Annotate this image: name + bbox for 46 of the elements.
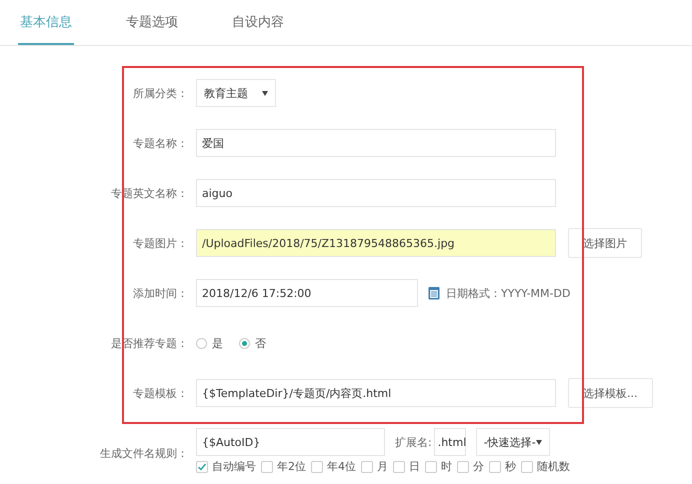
checkbox-label: 月 xyxy=(377,459,388,474)
checkbox[interactable] xyxy=(311,460,323,472)
field-label: 添加时间： xyxy=(132,286,189,300)
extension-field[interactable]: .html xyxy=(434,428,466,456)
checkbox[interactable] xyxy=(393,460,405,472)
checkbox-label: 自动编号 xyxy=(212,459,256,474)
input-field[interactable]: {$TemplateDir}/专题页/内容页.html xyxy=(196,379,556,407)
checkbox[interactable] xyxy=(425,460,437,472)
checkbox[interactable] xyxy=(261,460,273,472)
checkbox[interactable] xyxy=(489,460,501,472)
browse-button[interactable]: 选择图片 xyxy=(568,228,642,258)
browse-button[interactable]: 选择模板... xyxy=(568,378,652,408)
caret-icon xyxy=(536,440,542,444)
input-field[interactable]: 爱国 xyxy=(196,129,556,157)
field-label: 专题模板： xyxy=(132,386,189,400)
extension-label: 扩展名: xyxy=(395,434,432,450)
checkbox-label: 年2位 xyxy=(277,459,306,474)
checkbox-label: 时 xyxy=(441,459,452,474)
checkbox-label: 随机数 xyxy=(537,459,570,474)
checkbox[interactable] xyxy=(521,460,533,472)
calendar-icon[interactable] xyxy=(428,286,440,300)
checkbox-label: 分 xyxy=(473,459,484,474)
field-label: 专题名称： xyxy=(132,136,189,150)
radio-button[interactable] xyxy=(239,338,250,348)
field-label: 专题图片： xyxy=(132,236,189,250)
field-label: 所属分类： xyxy=(132,86,189,100)
checkbox[interactable] xyxy=(196,460,208,472)
category-select[interactable]: 教育主题 xyxy=(196,79,276,107)
checkbox-label: 秒 xyxy=(505,459,516,474)
input-field[interactable]: aiguo xyxy=(196,179,556,207)
field-label: 生成文件名规则： xyxy=(99,446,189,461)
checkbox[interactable] xyxy=(361,460,373,472)
tab[interactable]: 专题选项 xyxy=(124,0,180,45)
input-field[interactable]: /UploadFiles/2018/75/Z131879548865365.jpg xyxy=(196,229,556,257)
input-field[interactable]: {$AutoID} xyxy=(196,428,385,456)
caret-icon xyxy=(262,90,268,96)
input-field[interactable]: 2018/12/6 17:52:00 xyxy=(196,279,418,307)
radio-button[interactable] xyxy=(196,338,207,348)
radio-label: 是 xyxy=(212,336,223,350)
radio-label: 否 xyxy=(255,336,266,350)
checkbox-label: 日 xyxy=(409,459,420,474)
checkbox-label: 年4位 xyxy=(327,459,356,474)
checkbox[interactable] xyxy=(457,460,469,472)
date-format-hint: 日期格式：YYYY-MM-DD xyxy=(446,286,570,300)
tab[interactable]: 自设内容 xyxy=(230,0,286,45)
quick-select[interactable]: -快速选择- xyxy=(476,428,550,456)
